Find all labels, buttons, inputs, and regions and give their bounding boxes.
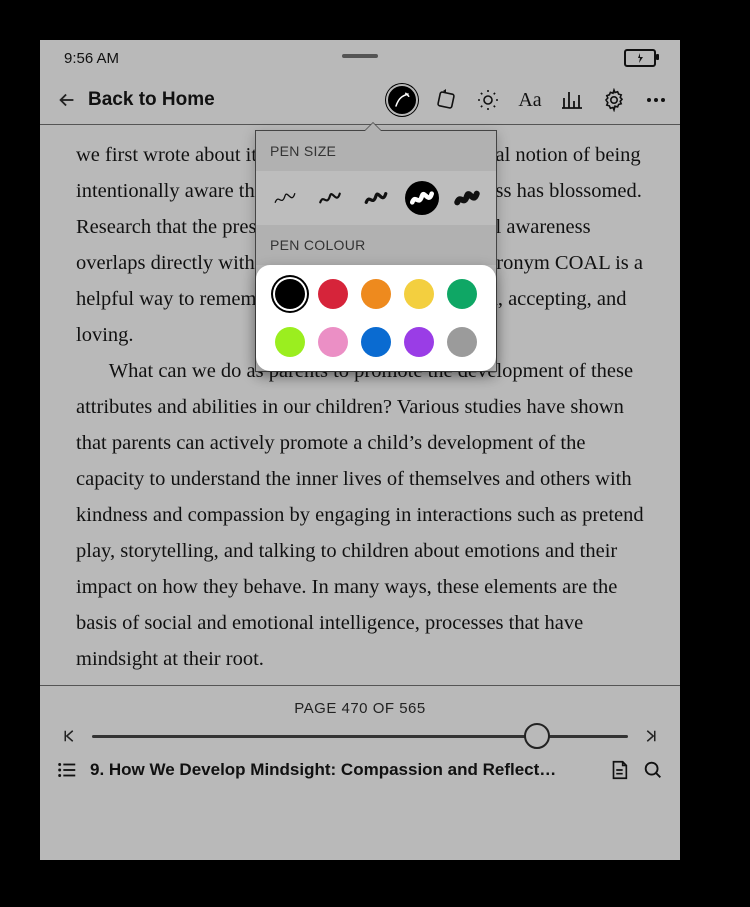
toc-icon[interactable] (56, 759, 78, 781)
pen-color-swatch-2[interactable] (318, 279, 348, 309)
grabber-handle[interactable] (342, 54, 378, 58)
pen-size-option-1[interactable] (268, 181, 302, 215)
rotate-icon[interactable] (434, 88, 458, 112)
prev-chapter-icon[interactable] (60, 727, 78, 745)
progress-slider-row (40, 723, 680, 753)
pen-size-option-5[interactable] (450, 181, 484, 215)
pen-color-swatch-7[interactable] (318, 327, 348, 357)
pen-size-option-4[interactable] (405, 181, 439, 215)
stats-icon[interactable] (560, 88, 584, 112)
top-toolbar: Back to Home Aa (40, 76, 680, 124)
search-icon[interactable] (642, 759, 664, 781)
chapter-row: 9. How We Develop Mindsight: Compassion … (40, 753, 680, 791)
more-icon[interactable] (644, 88, 668, 112)
pen-popover: PEN SIZE PEN COLOUR (255, 130, 497, 372)
ereader-screen: 9:56 AM Back to Home Aa (40, 40, 680, 860)
slider-thumb[interactable] (524, 723, 550, 749)
pen-size-header: PEN SIZE (256, 131, 496, 171)
pen-size-option-3[interactable] (359, 181, 393, 215)
back-to-home-button[interactable]: Back to Home (88, 89, 215, 111)
pen-color-swatch-8[interactable] (361, 327, 391, 357)
brightness-icon[interactable] (476, 88, 500, 112)
gear-icon[interactable] (602, 88, 626, 112)
pen-tool-button[interactable] (388, 86, 416, 114)
pen-color-swatch-5[interactable] (447, 279, 477, 309)
pen-size-option-2[interactable] (313, 181, 347, 215)
back-arrow-icon[interactable] (56, 89, 78, 111)
pen-color-swatch-4[interactable] (404, 279, 434, 309)
pen-colour-grid (256, 265, 496, 371)
popover-arrow (364, 122, 382, 131)
next-chapter-icon[interactable] (642, 727, 660, 745)
pen-color-swatch-10[interactable] (447, 327, 477, 357)
pen-colour-header: PEN COLOUR (256, 225, 496, 265)
pen-color-swatch-9[interactable] (404, 327, 434, 357)
pen-color-swatch-6[interactable] (275, 327, 305, 357)
notes-icon[interactable] (608, 759, 630, 781)
progress-slider[interactable] (92, 735, 628, 738)
battery-icon (624, 49, 656, 67)
pen-color-swatch-3[interactable] (361, 279, 391, 309)
clock: 9:56 AM (64, 50, 119, 67)
status-bar: 9:56 AM (40, 40, 680, 76)
font-icon[interactable]: Aa (518, 88, 542, 112)
pen-color-swatch-1[interactable] (275, 279, 305, 309)
chapter-title[interactable]: 9. How We Develop Mindsight: Compassion … (90, 760, 596, 780)
paragraph-2: What can we do as parents to promote the… (76, 353, 644, 677)
page-indicator: PAGE 470 OF 565 (40, 686, 680, 723)
pen-size-row (256, 171, 496, 225)
